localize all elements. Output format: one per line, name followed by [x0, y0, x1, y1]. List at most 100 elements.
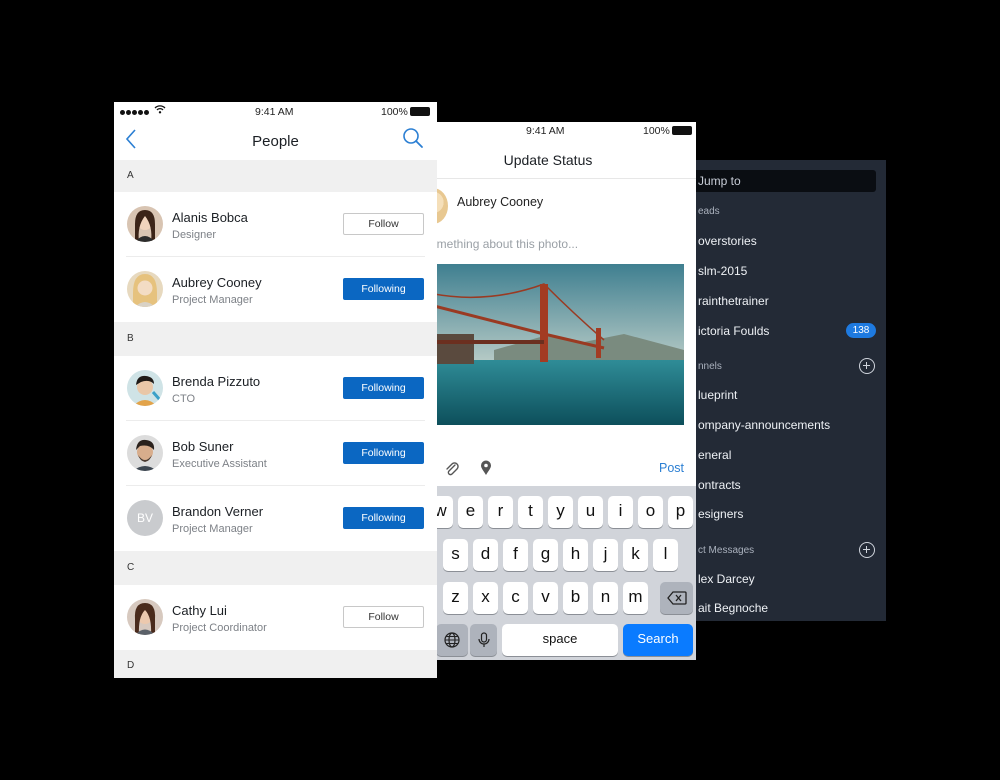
- search-icon[interactable]: [402, 127, 424, 149]
- channel-item[interactable]: esigners: [698, 507, 743, 521]
- person-role: Designer: [172, 229, 217, 241]
- backspace-key[interactable]: [660, 582, 693, 614]
- key[interactable]: d: [473, 539, 498, 571]
- status-bar: 9:41 AM 100%: [400, 122, 696, 140]
- attach-icon[interactable]: [445, 461, 459, 477]
- key[interactable]: x: [473, 582, 498, 614]
- avatar: [127, 435, 163, 471]
- person-row[interactable]: BV Brandon Verner Project Manager Follow…: [114, 486, 437, 551]
- battery-indicator: 100%: [381, 106, 430, 118]
- status-author-name: Aubrey Cooney: [457, 195, 544, 209]
- person-role: CTO: [172, 393, 196, 405]
- avatar-initials: BV: [127, 500, 163, 536]
- person-row[interactable]: Bob Suner Executive Assistant Following: [114, 421, 437, 486]
- keyboard: w e r t y u i o p s d f g h j k l z x c …: [400, 486, 696, 660]
- globe-icon: [444, 632, 460, 648]
- key[interactable]: g: [533, 539, 558, 571]
- key[interactable]: k: [623, 539, 648, 571]
- page-title: People: [252, 133, 299, 150]
- battery-label: 100%: [643, 125, 670, 137]
- section-header-c: C: [114, 551, 437, 585]
- clock: 9:41 AM: [255, 106, 294, 118]
- battery-indicator: 100%: [643, 125, 692, 137]
- person-name: Aubrey Cooney: [172, 275, 262, 290]
- key[interactable]: e: [458, 496, 483, 528]
- battery-icon: [671, 126, 692, 135]
- add-message-icon[interactable]: [859, 542, 875, 558]
- key[interactable]: o: [638, 496, 663, 528]
- avatar: [127, 271, 163, 307]
- globe-key[interactable]: [436, 624, 468, 656]
- section-header-d: D: [114, 650, 437, 678]
- person-role: Executive Assistant: [172, 458, 267, 470]
- key[interactable]: c: [503, 582, 528, 614]
- channel-item[interactable]: lueprint: [698, 388, 737, 402]
- key[interactable]: y: [548, 496, 573, 528]
- key[interactable]: r: [488, 496, 513, 528]
- person-name: Cathy Lui: [172, 603, 227, 618]
- key[interactable]: n: [593, 582, 618, 614]
- key[interactable]: t: [518, 496, 543, 528]
- clock: 9:41 AM: [526, 125, 565, 137]
- following-button[interactable]: Following: [343, 377, 424, 399]
- following-button[interactable]: Following: [343, 507, 424, 529]
- thread-item[interactable]: overstories: [698, 234, 757, 248]
- threads-section-label: eads: [698, 206, 720, 217]
- page-title: Update Status: [503, 152, 593, 168]
- space-key[interactable]: space: [502, 624, 618, 656]
- key[interactable]: f: [503, 539, 528, 571]
- person-row[interactable]: Aubrey Cooney Project Manager Following: [114, 257, 437, 322]
- channels-section-label: nnels: [698, 361, 722, 372]
- key[interactable]: p: [668, 496, 693, 528]
- divider: [400, 178, 696, 179]
- dm-item[interactable]: ait Begnoche: [698, 601, 768, 615]
- follow-button[interactable]: Follow: [343, 606, 424, 628]
- key[interactable]: m: [623, 582, 648, 614]
- attached-photo: [434, 264, 684, 425]
- add-channel-icon[interactable]: [859, 358, 875, 374]
- channel-item[interactable]: ontracts: [698, 478, 741, 492]
- nav-bar: People: [114, 122, 437, 160]
- following-button[interactable]: Following: [343, 442, 424, 464]
- key[interactable]: v: [533, 582, 558, 614]
- microphone-key[interactable]: [470, 624, 497, 656]
- key[interactable]: h: [563, 539, 588, 571]
- person-row[interactable]: Cathy Lui Project Coordinator Follow: [114, 585, 437, 650]
- person-role: Project Manager: [172, 294, 253, 306]
- key[interactable]: i: [608, 496, 633, 528]
- channel-item[interactable]: eneral: [698, 448, 731, 462]
- avatar: [127, 206, 163, 242]
- unread-badge: 138: [846, 323, 876, 338]
- update-status-screen: 9:41 AM 100% Update Status Aubrey Cooney…: [400, 122, 696, 660]
- follow-button[interactable]: Follow: [343, 213, 424, 235]
- person-row[interactable]: Brenda Pizzuto CTO Following: [114, 356, 437, 421]
- battery-icon: [409, 107, 430, 116]
- battery-label: 100%: [381, 106, 408, 118]
- person-name: Alanis Bobca: [172, 210, 248, 225]
- person-row[interactable]: Alanis Bobca Designer Follow: [114, 192, 437, 257]
- key[interactable]: u: [578, 496, 603, 528]
- person-name: Brenda Pizzuto: [172, 374, 261, 389]
- post-button[interactable]: Post: [659, 461, 684, 475]
- signal-icon: [120, 106, 150, 118]
- location-pin-icon[interactable]: [480, 460, 492, 476]
- person-name: Bob Suner: [172, 439, 234, 454]
- key[interactable]: s: [443, 539, 468, 571]
- backspace-icon: [666, 591, 687, 605]
- thread-item[interactable]: slm-2015: [698, 264, 747, 278]
- key[interactable]: z: [443, 582, 468, 614]
- key[interactable]: j: [593, 539, 618, 571]
- dm-item[interactable]: lex Darcey: [698, 572, 755, 586]
- microphone-icon: [477, 632, 490, 647]
- status-text-input[interactable]: omething about this photo...: [430, 237, 578, 251]
- search-key[interactable]: Search: [623, 624, 693, 656]
- key[interactable]: l: [653, 539, 678, 571]
- thread-item[interactable]: ictoria Foulds: [698, 324, 769, 338]
- person-role: Project Coordinator: [172, 622, 267, 634]
- key[interactable]: b: [563, 582, 588, 614]
- person-name: Brandon Verner: [172, 504, 264, 519]
- following-button[interactable]: Following: [343, 278, 424, 300]
- channel-item[interactable]: ompany-announcements: [698, 418, 830, 432]
- status-toolbar: Post: [400, 452, 696, 486]
- thread-item[interactable]: rainthetrainer: [698, 294, 769, 308]
